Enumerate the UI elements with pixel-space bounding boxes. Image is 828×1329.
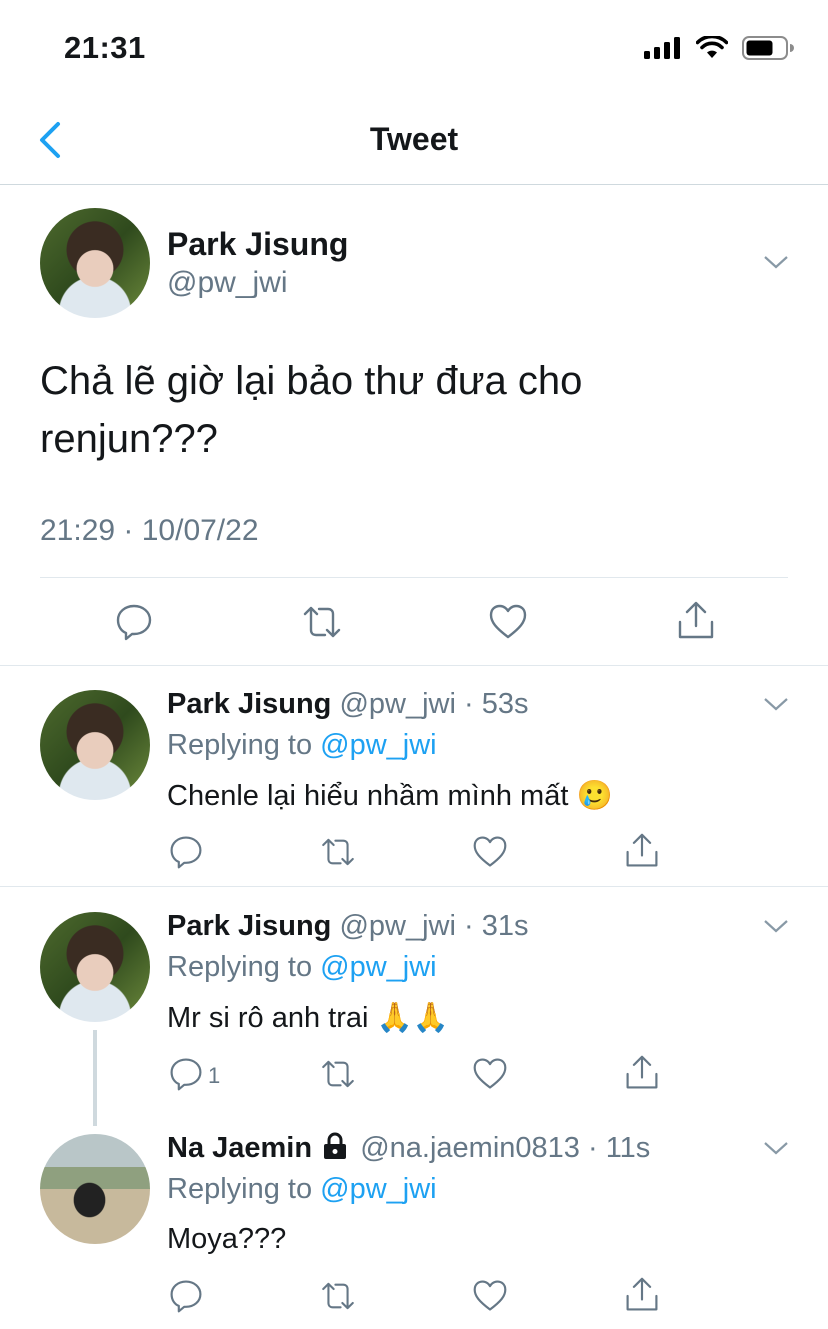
reply-icon[interactable]: [168, 1056, 204, 1092]
avatar[interactable]: [40, 208, 150, 318]
lock-icon: [324, 1132, 347, 1159]
like-icon[interactable]: [472, 1056, 508, 1092]
reply-time: 11s: [605, 1132, 651, 1164]
replying-label: Replying to: [167, 1173, 313, 1205]
divider: [40, 577, 788, 578]
nav-divider: [0, 184, 828, 185]
author-name[interactable]: Park Jisung: [167, 688, 331, 720]
reply-time: 53s: [481, 688, 529, 720]
retweet-icon[interactable]: [299, 602, 345, 642]
reply-text: Moya???: [167, 1223, 287, 1255]
like-icon[interactable]: [488, 602, 528, 642]
share-icon[interactable]: [624, 1054, 660, 1092]
mention-link[interactable]: @pw_jwi: [320, 729, 436, 761]
dot-separator: ·: [455, 910, 482, 942]
divider: [0, 665, 828, 666]
retweet-icon[interactable]: [318, 834, 358, 870]
tweet-text-line-2: renjun???: [40, 417, 218, 461]
status-time: 21:31: [64, 30, 146, 65]
avatar[interactable]: [40, 690, 150, 800]
retweet-icon[interactable]: [318, 1056, 358, 1092]
tweet-text: Chả lẽ giờ lại bảo thư đưa cho renjun???: [40, 352, 800, 468]
reply-icon[interactable]: [114, 602, 154, 642]
replying-to: Replying to @pw_jwi: [167, 951, 437, 984]
like-icon[interactable]: [472, 834, 508, 870]
reply-icon[interactable]: [168, 1278, 204, 1314]
reply-icon[interactable]: [168, 834, 204, 870]
chevron-down-icon[interactable]: [762, 1138, 790, 1158]
replying-label: Replying to: [167, 951, 313, 983]
like-icon[interactable]: [472, 1278, 508, 1314]
mention-link[interactable]: @pw_jwi: [320, 951, 436, 983]
reply-count: 1: [208, 1063, 221, 1088]
dot-separator: ·: [579, 1132, 606, 1164]
author-name[interactable]: Park Jisung: [167, 226, 348, 263]
author-name[interactable]: Park Jisung: [167, 910, 331, 942]
tweet-text-line-1: Chả lẽ giờ lại bảo thư đưa cho: [40, 359, 583, 403]
author-handle[interactable]: @pw_jwi: [339, 688, 455, 720]
chevron-down-icon[interactable]: [762, 252, 790, 272]
author-handle[interactable]: @pw_jwi: [339, 910, 455, 942]
avatar[interactable]: [40, 912, 150, 1022]
dot-separator: ·: [455, 688, 482, 720]
reply-time: 31s: [481, 910, 529, 942]
replying-label: Replying to: [167, 729, 313, 761]
status-icons: [644, 36, 794, 60]
share-icon[interactable]: [676, 600, 716, 642]
reply-text: Mr si rô anh trai 🙏🙏: [167, 1002, 449, 1034]
share-icon[interactable]: [624, 832, 660, 870]
battery-icon: [742, 36, 794, 60]
divider: [0, 886, 828, 887]
reply-text: Chenle lại hiểu nhầm mình mất 🥲: [167, 780, 613, 812]
reply-header: Park Jisung @pw_jwi · 53s: [167, 688, 528, 721]
tweet-timestamp: 21:29 · 10/07/22: [40, 514, 259, 547]
signal-bars-icon: [644, 37, 680, 59]
author-handle[interactable]: @pw_jwi: [167, 266, 287, 300]
share-icon[interactable]: [624, 1276, 660, 1314]
chevron-down-icon[interactable]: [762, 694, 790, 714]
page-title: Tweet: [369, 121, 459, 157]
mention-link[interactable]: @pw_jwi: [320, 1173, 436, 1205]
replying-to: Replying to @pw_jwi: [167, 1173, 437, 1206]
reply-header: Park Jisung @pw_jwi · 31s: [167, 910, 528, 943]
avatar[interactable]: [40, 1134, 150, 1244]
author-name[interactable]: Na Jaemin: [167, 1132, 312, 1164]
replying-to: Replying to @pw_jwi: [167, 729, 437, 762]
author-handle[interactable]: @na.jaemin0813: [360, 1132, 580, 1164]
wifi-icon: [696, 36, 728, 58]
retweet-icon[interactable]: [318, 1278, 358, 1314]
chevron-down-icon[interactable]: [762, 916, 790, 936]
thread-connector: [93, 1030, 97, 1126]
reply-header: Na Jaemin @na.jaemin0813 · 11s: [167, 1132, 650, 1165]
